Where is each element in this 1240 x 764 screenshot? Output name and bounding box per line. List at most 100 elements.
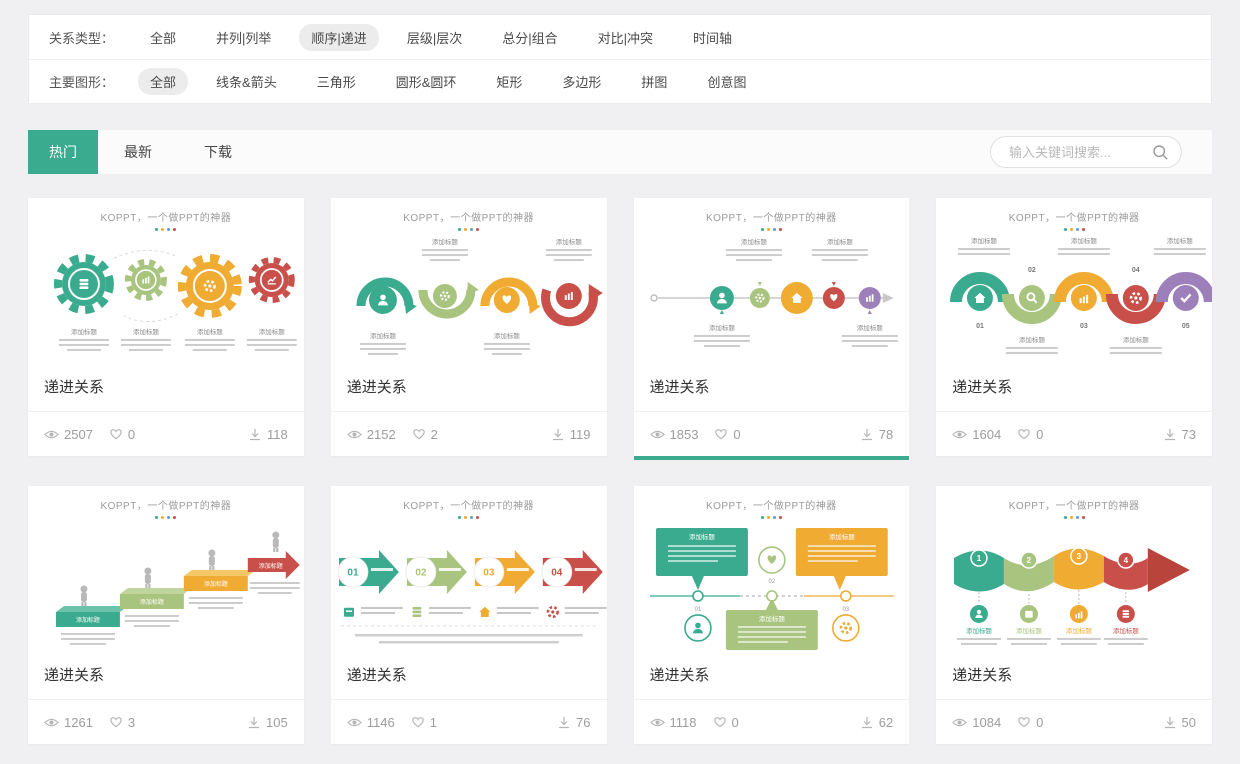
card-title[interactable]: 递进关系 [28,363,304,411]
download-button[interactable]: 118 [248,427,288,442]
views-count: 1261 [44,715,93,730]
eye-icon [952,717,967,728]
database-icon [79,279,88,289]
brand-dots [331,228,607,231]
card-stats: 2507 0 118 [28,411,304,456]
card-preview[interactable]: KOPPT，一个做PPT的神器 添加标题 添加标题 添加标题 添加标题 [28,486,304,651]
filter-panel: 关系类型： 全部 并列|列举 顺序|递进 层级|层次 总分|组合 对比|冲突 时… [28,14,1212,104]
filter-item[interactable]: 多边形 [550,68,613,95]
card-title[interactable]: 递进关系 [28,651,304,699]
preview-brand-text: KOPPT，一个做PPT的神器 [936,497,1212,512]
like-button[interactable]: 0 [1017,427,1043,442]
search-icon[interactable] [1152,144,1169,161]
like-button[interactable]: 2 [412,427,438,442]
tabs-bar: 热门 最新 下载 [28,130,1212,174]
preview-brand-text: KOPPT，一个做PPT的神器 [936,209,1212,224]
card-title[interactable]: 递进关系 [936,651,1212,699]
like-button[interactable]: 0 [713,715,739,730]
download-icon [557,716,571,729]
template-card[interactable]: KOPPT，一个做PPT的神器 添加标题 [331,198,607,456]
card-preview[interactable]: KOPPT，一个做PPT的神器 添加标题 添加标题 添加标题 [634,486,910,651]
svg-text:01: 01 [347,568,359,579]
calendar-icon [344,608,354,617]
filter-item[interactable]: 线条&箭头 [204,68,289,95]
filter-item[interactable]: 并列|列举 [204,24,283,51]
tab-downloads[interactable]: 下载 [178,130,258,174]
brand-dots [634,228,910,231]
preview-brand-text: KOPPT，一个做PPT的神器 [28,497,304,512]
card-stats: 1261 3 105 [28,699,304,744]
template-card[interactable]: KOPPT，一个做PPT的神器 01 02 03 [331,486,607,744]
download-button[interactable]: 119 [551,427,591,442]
card-title[interactable]: 递进关系 [331,363,607,411]
svg-text:添加标题: 添加标题 [688,532,714,541]
like-button[interactable]: 0 [109,427,135,442]
preview-brand-text: KOPPT，一个做PPT的神器 [331,209,607,224]
eye-icon [44,717,59,728]
heart-icon [1017,716,1031,728]
download-button[interactable]: 50 [1163,715,1196,730]
template-card[interactable]: KOPPT，一个做PPT的神器 [28,198,304,456]
download-button[interactable]: 78 [860,427,893,442]
card-preview[interactable]: KOPPT，一个做PPT的神器 01 02 03 04 [936,198,1212,363]
eye-icon [650,717,665,728]
filter-item[interactable]: 矩形 [484,68,534,95]
download-icon [860,428,874,441]
like-button[interactable]: 3 [109,715,135,730]
filter-item[interactable]: 时间轴 [681,24,744,51]
download-button[interactable]: 76 [557,715,590,730]
card-preview[interactable]: KOPPT，一个做PPT的神器 添加标题 [331,198,607,363]
card-title[interactable]: 递进关系 [331,651,607,699]
like-button[interactable]: 0 [714,427,740,442]
person-silhouette [272,532,279,552]
filter-item[interactable]: 三角形 [305,68,368,95]
filter-item-selected[interactable]: 全部 [138,68,188,95]
tab-hot[interactable]: 热门 [28,130,98,174]
svg-text:添加标题: 添加标题 [740,237,766,246]
card-preview[interactable]: KOPPT，一个做PPT的神器 1 2 3 4 [936,486,1212,651]
svg-text:添加标题: 添加标题 [259,562,283,570]
filter-item[interactable]: 拼图 [629,68,679,95]
template-card[interactable]: KOPPT，一个做PPT的神器 添加标题 添加标题 添加标题 [634,486,910,744]
card-preview[interactable]: KOPPT，一个做PPT的神器 添加标题 [634,198,910,363]
card-title[interactable]: 递进关系 [634,363,910,411]
template-card[interactable]: KOPPT，一个做PPT的神器 添加标题 添加标题 添加标题 添加标题 [28,486,304,744]
views-count: 1118 [650,715,697,730]
svg-text:04: 04 [1132,267,1140,274]
filter-item[interactable]: 对比|冲突 [586,24,665,51]
card-preview[interactable]: KOPPT，一个做PPT的神器 [28,198,304,363]
filter-item[interactable]: 总分|组合 [490,24,569,51]
download-button[interactable]: 62 [860,715,893,730]
like-button[interactable]: 1 [411,715,437,730]
svg-text:添加标题: 添加标题 [556,237,582,246]
filter-item[interactable]: 创意图 [695,68,758,95]
svg-text:添加标题: 添加标题 [856,323,882,332]
filter-item-selected[interactable]: 顺序|递进 [299,24,378,51]
template-card[interactable]: KOPPT，一个做PPT的神器 1 2 3 4 [936,486,1212,744]
tab-newest[interactable]: 最新 [98,130,178,174]
filter-item[interactable]: 圆形&圆环 [384,68,469,95]
person-silhouette [144,568,151,588]
template-card[interactable]: KOPPT，一个做PPT的神器 01 02 03 04 [936,198,1212,456]
download-button[interactable]: 105 [247,715,288,730]
search-box[interactable] [990,136,1182,168]
card-title[interactable]: 递进关系 [634,651,910,699]
svg-text:添加标题: 添加标题 [966,626,992,635]
filter-item[interactable]: 层级|层次 [395,24,474,51]
svg-text:添加标题: 添加标题 [1071,236,1097,245]
search-input[interactable] [1007,144,1152,161]
filter-item[interactable]: 全部 [138,24,188,51]
download-button[interactable]: 73 [1163,427,1196,442]
template-card-active[interactable]: KOPPT，一个做PPT的神器 添加标题 [634,198,910,456]
svg-text:添加标题: 添加标题 [1123,335,1149,344]
home-icon [479,607,490,617]
card-title[interactable]: 递进关系 [936,363,1212,411]
card-stats: 1146 1 76 [331,699,607,744]
heart-icon [109,428,123,440]
svg-text:添加标题: 添加标题 [76,616,100,624]
preview-brand-text: KOPPT，一个做PPT的神器 [331,497,607,512]
card-preview[interactable]: KOPPT，一个做PPT的神器 01 02 03 [331,486,607,651]
svg-text:02: 02 [768,579,775,585]
heart-icon [411,716,425,728]
like-button[interactable]: 0 [1017,715,1043,730]
